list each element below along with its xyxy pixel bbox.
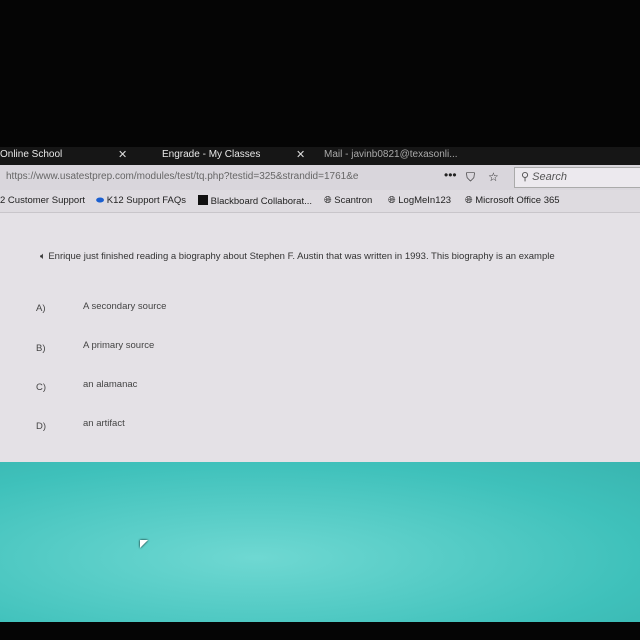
speaker-icon[interactable]: 🔈︎ <box>40 251 46 262</box>
bookmarks-bar: 2 Customer Support ⬬ K12 Support FAQs Bl… <box>0 190 640 212</box>
navigation-bar: https://www.usatestprep.com/modules/test… <box>0 165 640 190</box>
search-icon: ⚲ <box>521 171 533 183</box>
star-icon[interactable]: ☆ <box>488 170 499 184</box>
globe-icon: 🌐︎ <box>324 195 332 206</box>
option-a[interactable]: A secondary source <box>83 301 166 312</box>
question-label: Enrique just finished reading a biograph… <box>48 251 555 262</box>
question-text: 🔈︎ Enrique just finished reading a biogr… <box>40 251 555 262</box>
option-a-letter[interactable]: A) <box>36 303 46 314</box>
url-input[interactable]: https://www.usatestprep.com/modules/test… <box>6 169 436 185</box>
option-d-letter[interactable]: D) <box>36 421 46 432</box>
option-c[interactable]: an alamanac <box>83 379 137 390</box>
search-placeholder: Search <box>532 171 567 183</box>
more-icon[interactable]: ••• <box>444 168 457 182</box>
bookmark-customer-support[interactable]: 2 Customer Support <box>0 195 85 206</box>
bookmark-logmein[interactable]: 🌐︎ LogMeIn123 <box>388 195 451 206</box>
bookmark-office365[interactable]: 🌐︎ Microsoft Office 365 <box>465 195 560 206</box>
option-c-letter[interactable]: C) <box>36 382 46 393</box>
blackboard-icon <box>198 195 208 205</box>
bookmark-label: LogMeIn123 <box>398 195 452 206</box>
bookmark-blackboard[interactable]: Blackboard Collaborat... <box>198 195 312 207</box>
tab-bar: Online School ✕ Engrade - My Classes ✕ M… <box>0 147 640 165</box>
mouse-cursor-icon <box>140 540 148 548</box>
option-b-letter[interactable]: B) <box>36 343 46 354</box>
bookmark-label: Blackboard Collaborat... <box>210 196 313 207</box>
bookmark-label: Scantron <box>334 195 373 206</box>
bookmark-label: Microsoft Office 365 <box>475 195 560 206</box>
tab-mail[interactable]: Mail - javinb0821@texasonli... <box>324 149 458 160</box>
question-panel: 🔈︎ Enrique just finished reading a biogr… <box>0 212 640 463</box>
tab-engrade[interactable]: Engrade - My Classes <box>162 149 260 160</box>
search-input[interactable]: ⚲ Search <box>514 167 640 188</box>
globe-icon: 🌐︎ <box>388 195 396 206</box>
bookmark-scantron[interactable]: 🌐︎ Scantron <box>324 195 372 206</box>
page-footer-background <box>0 462 640 622</box>
globe-icon: 🌐︎ <box>465 195 473 206</box>
tab-online-school[interactable]: Online School <box>0 149 62 160</box>
bookmark-k12-faqs[interactable]: ⬬ K12 Support FAQs <box>96 195 186 206</box>
close-icon[interactable]: ✕ <box>296 148 305 161</box>
close-icon[interactable]: ✕ <box>118 148 127 161</box>
option-d[interactable]: an artifact <box>83 418 125 429</box>
bookmark-icon: ⬬ <box>96 195 107 206</box>
option-b[interactable]: A primary source <box>83 340 154 351</box>
bookmark-label: K12 Support FAQs <box>106 195 186 206</box>
pocket-icon[interactable]: ⛉ <box>466 170 475 185</box>
